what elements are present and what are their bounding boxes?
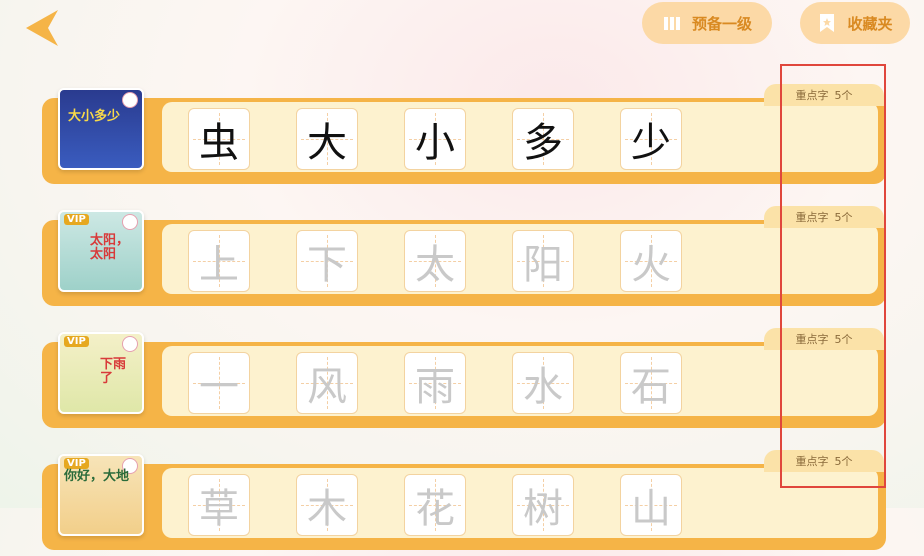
char-glyph: 虫	[199, 120, 239, 166]
favorites-label: 收藏夹	[847, 14, 893, 33]
char-glyph: 一	[199, 364, 239, 410]
book-title: 太阳，太阳	[90, 233, 130, 262]
char-glyph: 大	[307, 120, 347, 166]
char-list: 上 下 太 阳 火	[188, 230, 682, 292]
char-glyph: 水	[523, 364, 563, 410]
char-list: 虫 大 小 多 少	[188, 108, 682, 170]
char-glyph: 草	[199, 486, 239, 532]
char-card[interactable]: 下	[296, 230, 358, 292]
book-title: 下雨了	[100, 357, 127, 386]
char-card[interactable]: 草	[188, 474, 250, 536]
book-cover[interactable]: 大小多少	[58, 88, 144, 170]
book-cover[interactable]: VIP 下雨了	[58, 332, 144, 414]
char-card[interactable]: 虫	[188, 108, 250, 170]
book-title: 你好，大地	[64, 469, 130, 484]
char-card[interactable]: 花	[404, 474, 466, 536]
char-glyph: 木	[307, 486, 347, 532]
char-glyph: 风	[307, 364, 347, 410]
char-glyph: 雨	[415, 364, 455, 410]
prep-level-label: 预备一级	[691, 14, 752, 33]
char-glyph: 小	[415, 120, 455, 166]
char-glyph: 火	[631, 242, 671, 288]
prep-level-button[interactable]: 预备一级	[642, 2, 772, 44]
level-badge-icon	[122, 336, 138, 352]
char-glyph: 花	[415, 486, 455, 532]
lesson-row[interactable]: 重点字 5个 VIP 太阳，太阳 上 下 太 阳 火	[42, 206, 888, 312]
char-list: 一 风 雨 水 石	[188, 352, 682, 414]
char-card[interactable]: 木	[296, 474, 358, 536]
char-card[interactable]: 山	[620, 474, 682, 536]
char-card[interactable]: 一	[188, 352, 250, 414]
char-glyph: 少	[631, 120, 671, 166]
char-glyph: 上	[199, 242, 239, 288]
char-card[interactable]: 水	[512, 352, 574, 414]
char-card[interactable]: 上	[188, 230, 250, 292]
level-badge-icon	[122, 92, 138, 108]
char-card[interactable]: 风	[296, 352, 358, 414]
char-card[interactable]: 树	[512, 474, 574, 536]
char-glyph: 石	[631, 364, 671, 410]
back-arrow-icon	[26, 10, 58, 46]
level-badge-icon	[122, 214, 138, 230]
lesson-row[interactable]: 重点字 5个 VIP 你好，大地 草 木 花 树 山	[42, 450, 888, 556]
char-list: 草 木 花 树 山	[188, 474, 682, 536]
char-card[interactable]: 石	[620, 352, 682, 414]
char-glyph: 多	[523, 120, 563, 166]
back-button[interactable]	[22, 8, 64, 48]
books-icon	[662, 13, 682, 33]
char-card[interactable]: 大	[296, 108, 358, 170]
char-card[interactable]: 太	[404, 230, 466, 292]
highlight-box	[780, 64, 886, 488]
char-card[interactable]: 多	[512, 108, 574, 170]
lesson-row[interactable]: 重点字 5个 大小多少 虫 大 小 多 少	[42, 84, 888, 190]
char-glyph: 山	[631, 486, 671, 532]
char-card[interactable]: 阳	[512, 230, 574, 292]
bookmark-star-icon	[817, 13, 837, 33]
vip-badge: VIP	[64, 214, 89, 225]
book-title: 大小多少	[68, 109, 121, 124]
char-card[interactable]: 火	[620, 230, 682, 292]
vip-badge: VIP	[64, 458, 89, 469]
char-card[interactable]: 雨	[404, 352, 466, 414]
char-glyph: 阳	[523, 242, 563, 288]
favorites-button[interactable]: 收藏夹	[800, 2, 910, 44]
book-cover[interactable]: VIP 你好，大地	[58, 454, 144, 536]
char-card[interactable]: 小	[404, 108, 466, 170]
vip-badge: VIP	[64, 336, 89, 347]
book-cover[interactable]: VIP 太阳，太阳	[58, 210, 144, 292]
char-glyph: 树	[523, 486, 563, 532]
char-glyph: 下	[307, 242, 347, 288]
char-card[interactable]: 少	[620, 108, 682, 170]
lesson-row[interactable]: 重点字 5个 VIP 下雨了 一 风 雨 水 石	[42, 328, 888, 434]
char-glyph: 太	[415, 242, 455, 288]
